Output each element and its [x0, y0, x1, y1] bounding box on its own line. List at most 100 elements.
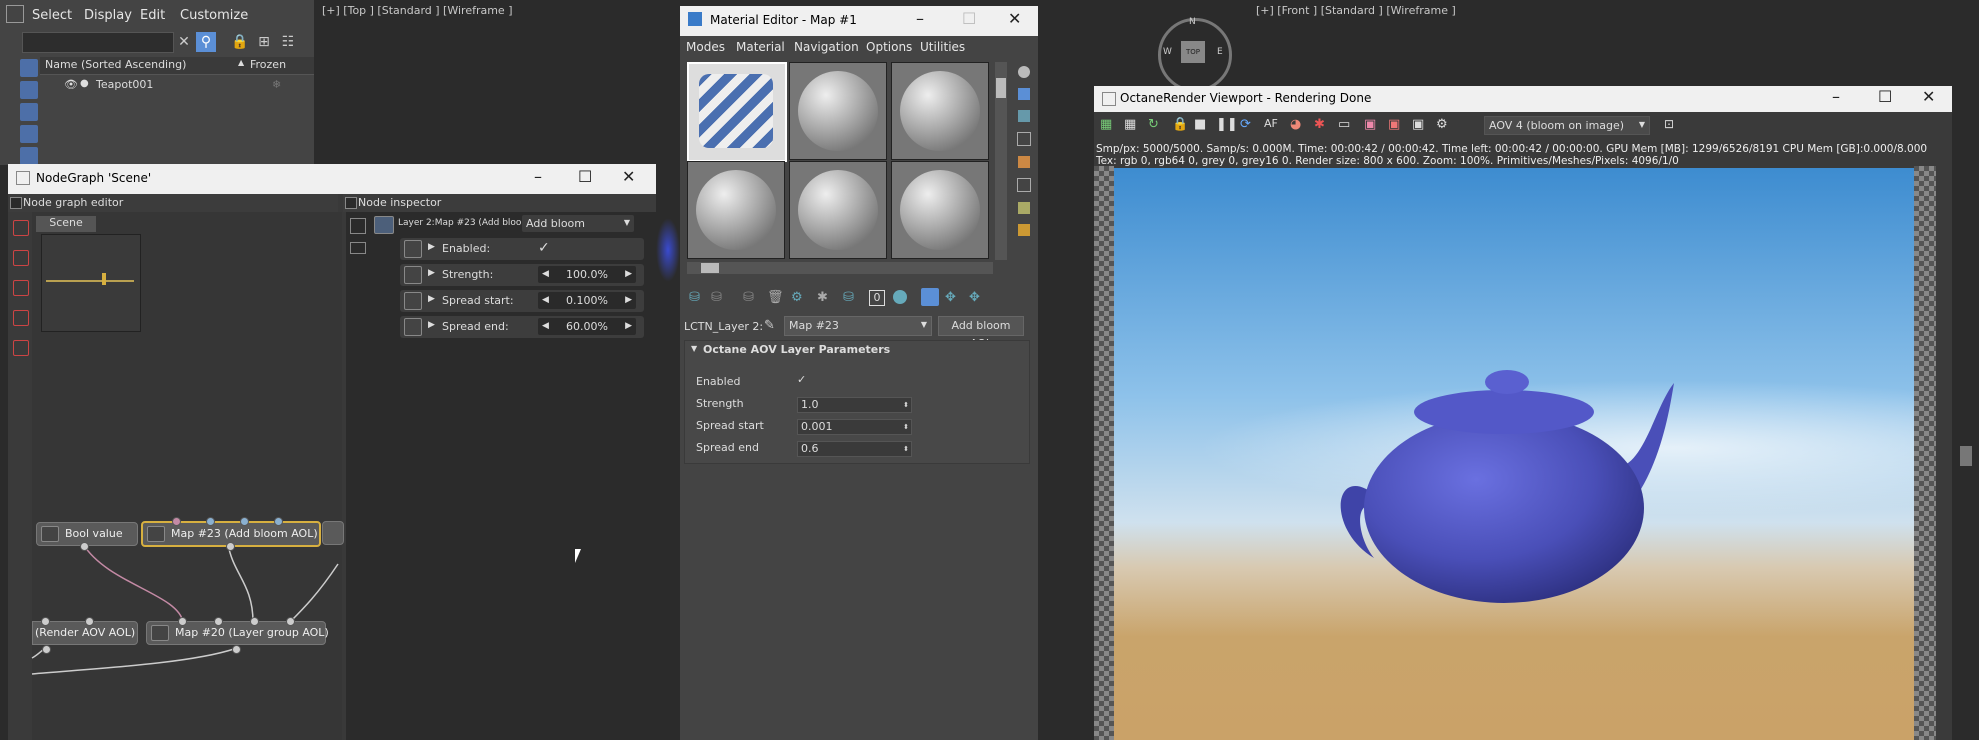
node-graph-minimap[interactable] [41, 234, 141, 332]
color-picker-icon[interactable]: ◕ [1290, 117, 1301, 132]
render-output-image[interactable] [1114, 168, 1914, 740]
material-picker-icon[interactable]: ✱ [1314, 117, 1325, 132]
param-enabled-checkbox[interactable]: ✓ [797, 373, 806, 386]
explorer-menu-icon[interactable] [6, 5, 24, 23]
put-to-library-icon[interactable]: ✱ [817, 290, 828, 305]
lock-render-icon[interactable]: 🔒 [1172, 117, 1188, 132]
go-to-sibling-icon[interactable]: ✥ [969, 290, 980, 305]
save-render-icon[interactable]: ▦ [1100, 117, 1112, 132]
id-zero-icon[interactable]: 0 [869, 290, 885, 306]
inspector-row-enabled[interactable]: ▶ Enabled: ✓ [400, 238, 644, 260]
backlight-icon[interactable] [1018, 88, 1030, 100]
material-id-icon[interactable]: ⛁ [843, 290, 854, 305]
expand-arrow-icon[interactable]: ▶ [428, 294, 435, 304]
render-dot-icon[interactable]: ● [80, 78, 89, 89]
clear-search-icon[interactable]: ✕ [174, 32, 194, 52]
material-slot-3[interactable] [891, 62, 989, 160]
inspector-tool-icon-2[interactable] [350, 242, 366, 254]
close-icon[interactable]: ✕ [1008, 9, 1021, 28]
get-material-icon[interactable]: ⛁ [689, 290, 700, 305]
menu-options[interactable]: Options [866, 40, 912, 54]
inspector-checkbox[interactable] [345, 197, 357, 209]
options-icon[interactable] [1018, 202, 1030, 214]
material-slot-6[interactable] [891, 161, 989, 259]
spread-end-slider[interactable]: ◀ 60.00% ▶ [538, 318, 636, 335]
node-partial-right[interactable] [322, 521, 344, 545]
slots-vertical-scrollbar[interactable] [995, 62, 1007, 260]
sample-type-icon[interactable] [1018, 66, 1030, 78]
menu-select[interactable]: Select [32, 8, 72, 23]
background-icon[interactable] [1018, 110, 1030, 122]
helpers-filter-icon[interactable] [20, 147, 38, 165]
port[interactable] [286, 617, 295, 626]
column-name[interactable]: Name (Sorted Ascending) [45, 58, 186, 71]
video-color-icon[interactable] [1018, 156, 1030, 168]
port[interactable] [41, 617, 50, 626]
port[interactable] [274, 517, 283, 526]
increment-icon[interactable]: ▶ [625, 292, 632, 309]
pause-render-icon[interactable]: ❚❚ [1216, 117, 1238, 132]
tool-icon-4[interactable] [13, 340, 29, 356]
port[interactable] [42, 645, 51, 654]
viewcube-top-face[interactable]: TOP [1181, 41, 1205, 63]
minimize-icon[interactable]: – [1832, 87, 1840, 106]
menu-navigation[interactable]: Navigation [794, 40, 859, 54]
rollout-collapse-icon[interactable]: ▼ [691, 344, 697, 353]
slots-horizontal-scrollbar[interactable] [687, 262, 993, 274]
layers-icon[interactable]: ☷ [278, 32, 298, 52]
material-editor-titlebar[interactable]: Material Editor - Map #1 – ☐ ✕ [680, 6, 1038, 36]
stop-render-icon[interactable]: ■ [1194, 117, 1206, 132]
maximize-icon[interactable]: ☐ [578, 167, 592, 186]
octane-logo-icon[interactable] [13, 220, 29, 236]
explorer-search-input[interactable] [22, 32, 174, 53]
cameras-filter-icon[interactable] [20, 125, 38, 143]
scroll-thumb[interactable] [701, 263, 719, 273]
enabled-checkbox[interactable]: ✓ [538, 240, 552, 256]
aov-select[interactable]: AOV 4 (bloom on image) ▼ [1484, 116, 1650, 135]
inspector-node-header[interactable]: Layer 2:Map #23 (Add bloom... Add bloom … [374, 214, 644, 234]
decrement-icon[interactable]: ◀ [542, 318, 549, 335]
port[interactable] [172, 517, 181, 526]
expand-arrow-icon[interactable]: ▶ [428, 268, 435, 278]
strength-slider[interactable]: ◀ 100.0% ▶ [538, 266, 636, 283]
list-item[interactable]: 👁 ● Teapot001 ❄ [40, 76, 314, 94]
spinner-arrows-icon[interactable]: ⬍ [903, 420, 909, 434]
increment-icon[interactable]: ▶ [625, 318, 632, 335]
menu-material[interactable]: Material [736, 40, 785, 54]
clay-mode-icon[interactable]: ▣ [1388, 117, 1400, 132]
expand-arrow-icon[interactable]: ▶ [428, 320, 435, 330]
minimize-icon[interactable]: – [534, 167, 542, 186]
copy-render-icon[interactable]: ▦ [1124, 117, 1136, 132]
hierarchy-icon[interactable]: ⊞ [254, 32, 274, 52]
spread-start-slider[interactable]: ◀ 0.100% ▶ [538, 292, 636, 309]
editor-checkbox[interactable] [10, 197, 22, 209]
material-slot-2[interactable] [789, 62, 887, 160]
delete-icon[interactable]: 🗑 [767, 290, 784, 305]
tool-icon-1[interactable] [13, 250, 29, 266]
menu-customize[interactable]: Customize [180, 8, 248, 23]
subsample-icon[interactable]: ▣ [1412, 117, 1424, 132]
decrement-icon[interactable]: ◀ [542, 292, 549, 309]
right-scrollbar-strip[interactable] [1952, 86, 1979, 740]
restart-render-icon[interactable]: ↻ [1148, 117, 1159, 132]
spinner-arrows-icon[interactable]: ⬍ [903, 398, 909, 412]
param-spread-end-spinner[interactable]: 0.6 ⬍ [797, 441, 912, 457]
decrement-icon[interactable]: ◀ [542, 266, 549, 283]
assign-material-icon[interactable]: ⛁ [743, 290, 754, 305]
lights-filter-icon[interactable] [20, 103, 38, 121]
port[interactable] [206, 517, 215, 526]
expand-arrow-icon[interactable]: ▶ [428, 242, 435, 252]
region-render-icon[interactable]: ▭ [1338, 117, 1350, 132]
rollout-header[interactable]: ▼ Octane AOV Layer Parameters [685, 341, 1029, 359]
visibility-eye-icon[interactable]: 👁 [64, 78, 78, 91]
eyedropper-icon[interactable]: ✎ [764, 318, 775, 333]
go-to-parent-icon[interactable]: ✥ [945, 290, 956, 305]
add-bloom-aol-button[interactable]: Add bloom AOL [938, 316, 1024, 350]
menu-modes[interactable]: Modes [686, 40, 725, 54]
refresh-icon[interactable]: ⟳ [1240, 117, 1251, 132]
port[interactable] [250, 617, 259, 626]
make-preview-icon[interactable] [1017, 178, 1031, 192]
frozen-snowflake-icon[interactable]: ❄ [272, 78, 281, 91]
select-by-material-icon[interactable] [1018, 224, 1030, 236]
column-frozen[interactable]: Frozen [250, 58, 286, 71]
